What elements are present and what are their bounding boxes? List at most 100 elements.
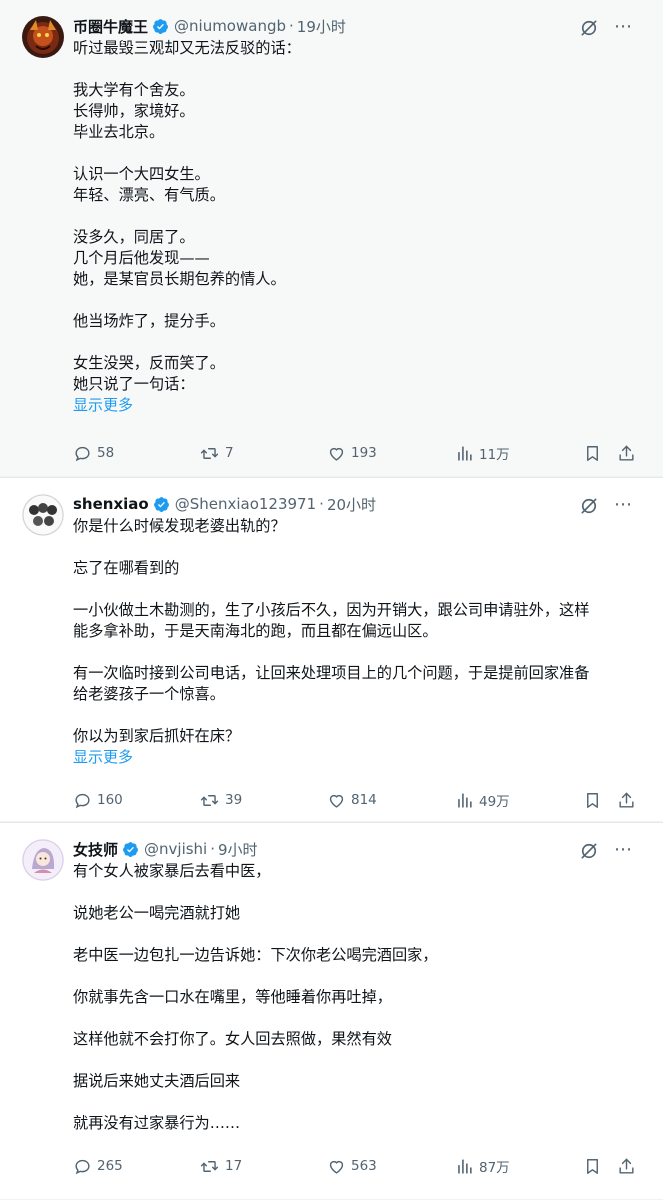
share-button[interactable] [617,444,641,463]
tweet-text-line: 有个女人被家暴后去看中医， [73,862,271,880]
heart-icon [329,794,344,808]
tweet-text: 听过最毁三观却又无法反驳的话： 我大学有个舍友。 长得帅，家境好。 毕业去北京。… [73,38,641,416]
tweet-text-line: 就再没有过家暴行为…… [73,1114,241,1132]
reply-count: 160 [97,792,123,808]
separator: · [210,840,216,858]
retweet-button[interactable]: 39 [199,791,242,810]
tweet[interactable]: 币圈牛魔王 @niumowangb · 19小时 ⋯ 听过最毁三观却又无法反驳的… [0,0,663,477]
user-handle[interactable]: @niumowangb [174,17,286,35]
more-options-icon[interactable]: ⋯ [614,16,633,37]
verified-badge-icon [153,496,170,513]
tweet-actions: 58 7 193 11万 [73,441,641,465]
share-button[interactable] [617,1157,641,1176]
views-chart-icon [458,445,472,461]
reply-count: 265 [97,1158,123,1174]
tweet-text-line: 我大学有个舍友。 [73,81,195,99]
bookmark-icon [587,792,598,808]
tweet-header: shenxiao @Shenxiao123971 · 20小时 ⋯ [73,492,641,516]
user-handle[interactable]: @Shenxiao123971 [175,495,316,513]
tweet-header: 女技师 @nvjishi · 9小时 ⋯ [73,837,641,861]
tweet-text-line: 说她老公一喝完酒就打她 [73,904,241,922]
retweet-button[interactable]: 7 [199,444,234,463]
timestamp[interactable]: 20小时 [327,494,376,515]
tweet-text-line: 你就事先含一口水在嘴里，等他睡着你再吐掉， [73,988,392,1006]
tweet-text: 有个女人被家暴后去看中医， 说她老公一喝完酒就打她 老中医一边包扎一边告诉她：下… [73,861,641,1134]
like-button[interactable]: 193 [327,444,377,463]
retweet-button[interactable]: 17 [199,1157,242,1176]
display-name[interactable]: 女技师 [73,839,118,860]
grok-icon[interactable] [579,841,599,865]
timestamp[interactable]: 19小时 [297,16,346,37]
tweet-text-line: 老中医一边包扎一边告诉她：下次你老公喝完酒回家， [73,946,438,964]
reply-button[interactable]: 160 [73,791,123,810]
tweet-actions: 265 17 563 87万 [73,1154,641,1178]
share-icon [619,792,634,808]
like-count: 814 [351,792,377,808]
tweet-text-line: 忘了在哪看到的 [73,559,180,577]
tweet-text-line: 能多拿补助，于是天南海北的跑，而且都在偏远山区。 [73,622,438,640]
share-icon [619,445,634,461]
avatar[interactable] [22,494,64,536]
retweet-count: 17 [225,1158,243,1174]
tweet-text-line: 听过最毁三观却又无法反驳的话： [73,39,301,57]
tweet-text-line: 长得帅，家境好。 [73,102,195,120]
bookmark-button[interactable] [583,791,607,810]
reply-button[interactable]: 58 [73,444,114,463]
retweet-icon [200,447,219,459]
bookmark-icon [587,1158,598,1174]
display-name[interactable]: 币圈牛魔王 [73,16,148,37]
view-count: 11万 [479,447,510,463]
display-name[interactable]: shenxiao [73,495,149,513]
grok-icon[interactable] [579,496,599,520]
timestamp[interactable]: 9小时 [218,839,258,860]
share-icon [619,1158,634,1174]
avatar[interactable] [22,839,64,881]
more-options-icon[interactable]: ⋯ [614,839,633,860]
heart-icon [329,1160,344,1174]
reply-count: 58 [97,445,115,461]
views-button[interactable]: 11万 [455,443,510,463]
tweet-text-line: 她，是某官员长期包养的情人。 [73,270,286,288]
verified-badge-icon [122,841,139,858]
show-more-link[interactable]: 显示更多 [73,747,641,768]
bookmark-icon [587,445,598,461]
grok-icon[interactable] [579,18,599,42]
tweet-text-line: 你是什么时候发现老婆出轨的？ [73,517,286,535]
like-button[interactable]: 563 [327,1157,377,1176]
reply-icon [75,793,90,808]
view-count: 87万 [479,1160,510,1176]
views-button[interactable]: 49万 [455,790,510,810]
share-button[interactable] [617,791,641,810]
retweet-icon [200,794,219,806]
tweet-text-line: 没多久，同居了。 [73,228,195,246]
tweet[interactable]: shenxiao @Shenxiao123971 · 20小时 ⋯ 你是什么时候… [0,477,663,822]
tweet[interactable]: 女技师 @nvjishi · 9小时 ⋯ 有个女人被家暴后去看中医， 说她老公一… [0,822,663,1200]
tweet-text-line: 这样他就不会打你了。女人回去照做，果然有效 [73,1030,392,1048]
reply-icon [75,1159,90,1174]
bookmark-button[interactable] [583,1157,607,1176]
bookmark-button[interactable] [583,444,607,463]
separator: · [289,17,294,35]
like-count: 193 [351,445,377,461]
avatar[interactable] [22,16,64,58]
tweet-text-line: 你以为到家后抓奸在床？ [73,727,241,745]
tweet-actions: 160 39 814 49万 [73,788,641,812]
view-count: 49万 [479,794,510,810]
tweet-text-line: 女生没哭，反而笑了。 [73,354,225,372]
verified-badge-icon [152,18,169,35]
user-handle[interactable]: @nvjishi [144,840,207,858]
show-more-link[interactable]: 显示更多 [73,395,641,416]
like-count: 563 [351,1158,377,1174]
tweet-text-line: 他当场炸了，提分手。 [73,312,225,330]
separator: · [319,495,324,513]
heart-icon [329,447,344,461]
like-button[interactable]: 814 [327,791,377,810]
tweet-text-line: 一小伙做土木勘测的，生了小孩后不久，因为开销大，跟公司申请驻外，这样 [73,601,590,619]
more-options-icon[interactable]: ⋯ [614,494,633,515]
reply-button[interactable]: 265 [73,1157,123,1176]
views-chart-icon [458,1158,472,1174]
retweet-icon [200,1160,219,1172]
views-button[interactable]: 87万 [455,1156,510,1176]
tweet-text-line: 几个月后他发现—— [73,249,210,267]
retweet-count: 39 [225,792,243,808]
